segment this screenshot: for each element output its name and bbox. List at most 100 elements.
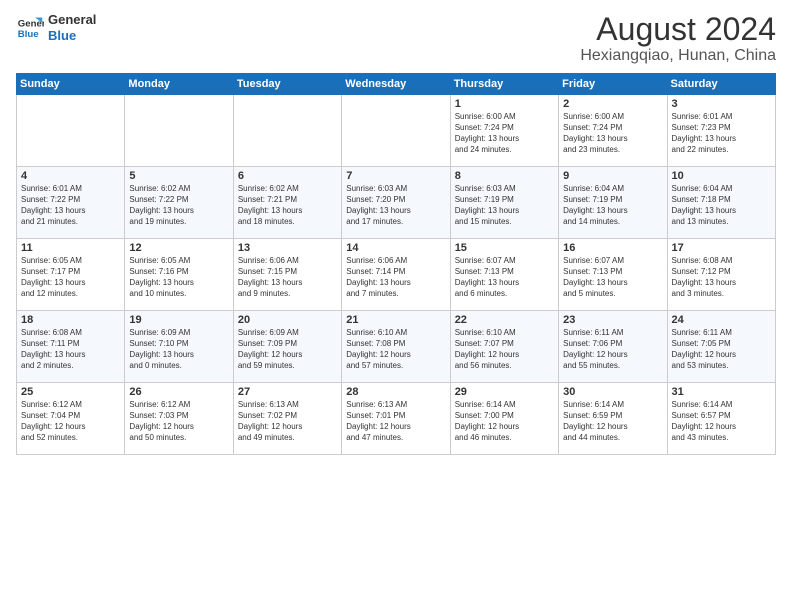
day-info: Sunrise: 6:01 AM Sunset: 7:22 PM Dayligh… (21, 184, 120, 227)
logo: General Blue General Blue (16, 12, 96, 43)
calendar-cell: 10 Sunrise: 6:04 AM Sunset: 7:18 PM Dayli… (667, 167, 775, 239)
weekday-tuesday: Tuesday (233, 74, 341, 95)
week-row-3: 11 Sunrise: 6:05 AM Sunset: 7:17 PM Dayli… (17, 239, 776, 311)
day-number: 5 (129, 170, 228, 182)
day-info: Sunrise: 6:06 AM Sunset: 7:14 PM Dayligh… (346, 256, 445, 299)
day-info: Sunrise: 6:07 AM Sunset: 7:13 PM Dayligh… (563, 256, 662, 299)
calendar-cell (233, 95, 341, 167)
day-number: 30 (563, 386, 662, 398)
day-info: Sunrise: 6:09 AM Sunset: 7:09 PM Dayligh… (238, 328, 337, 371)
calendar-cell: 27 Sunrise: 6:13 AM Sunset: 7:02 PM Dayli… (233, 383, 341, 455)
calendar-cell: 3 Sunrise: 6:01 AM Sunset: 7:23 PM Daylig… (667, 95, 775, 167)
calendar-cell: 15 Sunrise: 6:07 AM Sunset: 7:13 PM Dayli… (450, 239, 558, 311)
day-info: Sunrise: 6:05 AM Sunset: 7:17 PM Dayligh… (21, 256, 120, 299)
day-info: Sunrise: 6:02 AM Sunset: 7:21 PM Dayligh… (238, 184, 337, 227)
day-number: 1 (455, 98, 554, 110)
day-info: Sunrise: 6:02 AM Sunset: 7:22 PM Dayligh… (129, 184, 228, 227)
day-number: 28 (346, 386, 445, 398)
day-info: Sunrise: 6:00 AM Sunset: 7:24 PM Dayligh… (563, 112, 662, 155)
calendar-cell: 19Sunrise: 6:09 AM Sunset: 7:10 PM Dayli… (125, 311, 233, 383)
page: General Blue General Blue August 2024 He… (0, 0, 792, 612)
calendar-cell: 22 Sunrise: 6:10 AM Sunset: 7:07 PM Dayli… (450, 311, 558, 383)
weekday-header-row: SundayMondayTuesdayWednesdayThursdayFrid… (17, 74, 776, 95)
calendar-cell: 13 Sunrise: 6:06 AM Sunset: 7:15 PM Dayli… (233, 239, 341, 311)
day-number: 10 (672, 170, 771, 182)
day-info: Sunrise: 6:12 AM Sunset: 7:03 PM Dayligh… (129, 400, 228, 443)
calendar-cell: 18 Sunrise: 6:08 AM Sunset: 7:11 PM Dayli… (17, 311, 125, 383)
weekday-saturday: Saturday (667, 74, 775, 95)
weekday-friday: Friday (559, 74, 667, 95)
logo-text: General Blue (48, 12, 96, 43)
calendar-cell: 1 Sunrise: 6:00 AM Sunset: 7:24 PM Daylig… (450, 95, 558, 167)
calendar-cell: 28Sunrise: 6:13 AM Sunset: 7:01 PM Dayli… (342, 383, 450, 455)
day-number: 24 (672, 314, 771, 326)
day-number: 2 (563, 98, 662, 110)
day-info: Sunrise: 6:12 AM Sunset: 7:04 PM Dayligh… (21, 400, 120, 443)
calendar-cell: 6 Sunrise: 6:02 AM Sunset: 7:21 PM Daylig… (233, 167, 341, 239)
day-info: Sunrise: 6:04 AM Sunset: 7:18 PM Dayligh… (672, 184, 771, 227)
calendar-cell: 2 Sunrise: 6:00 AM Sunset: 7:24 PM Daylig… (559, 95, 667, 167)
calendar-cell: 24 Sunrise: 6:11 AM Sunset: 7:05 PM Dayli… (667, 311, 775, 383)
day-info: Sunrise: 6:14 AM Sunset: 6:59 PM Dayligh… (563, 400, 662, 443)
calendar-cell (342, 95, 450, 167)
calendar-cell: 21Sunrise: 6:10 AM Sunset: 7:08 PM Dayli… (342, 311, 450, 383)
day-number: 18 (21, 314, 120, 326)
day-info: Sunrise: 6:03 AM Sunset: 7:19 PM Dayligh… (455, 184, 554, 227)
day-info: Sunrise: 6:08 AM Sunset: 7:12 PM Dayligh… (672, 256, 771, 299)
subtitle: Hexiangqiao, Hunan, China (580, 47, 776, 65)
day-number: 3 (672, 98, 771, 110)
calendar-cell: 11 Sunrise: 6:05 AM Sunset: 7:17 PM Dayli… (17, 239, 125, 311)
day-info: Sunrise: 6:07 AM Sunset: 7:13 PM Dayligh… (455, 256, 554, 299)
week-row-1: 1 Sunrise: 6:00 AM Sunset: 7:24 PM Daylig… (17, 95, 776, 167)
day-info: Sunrise: 6:11 AM Sunset: 7:06 PM Dayligh… (563, 328, 662, 371)
day-info: Sunrise: 6:04 AM Sunset: 7:19 PM Dayligh… (563, 184, 662, 227)
day-number: 22 (455, 314, 554, 326)
calendar-cell (17, 95, 125, 167)
logo-line2: Blue (48, 28, 96, 44)
logo-icon: General Blue (16, 14, 44, 42)
calendar-cell: 29 Sunrise: 6:14 AM Sunset: 7:00 PM Dayli… (450, 383, 558, 455)
day-number: 27 (238, 386, 337, 398)
day-number: 25 (21, 386, 120, 398)
day-number: 7 (346, 170, 445, 182)
day-number: 11 (21, 242, 120, 254)
day-info: Sunrise: 6:11 AM Sunset: 7:05 PM Dayligh… (672, 328, 771, 371)
day-number: 9 (563, 170, 662, 182)
calendar-cell: 8Sunrise: 6:03 AM Sunset: 7:19 PM Daylig… (450, 167, 558, 239)
weekday-monday: Monday (125, 74, 233, 95)
weekday-wednesday: Wednesday (342, 74, 450, 95)
day-info: Sunrise: 6:10 AM Sunset: 7:07 PM Dayligh… (455, 328, 554, 371)
day-info: Sunrise: 6:05 AM Sunset: 7:16 PM Dayligh… (129, 256, 228, 299)
header: General Blue General Blue August 2024 He… (16, 12, 776, 65)
day-number: 12 (129, 242, 228, 254)
calendar-cell (125, 95, 233, 167)
calendar-cell: 16 Sunrise: 6:07 AM Sunset: 7:13 PM Dayli… (559, 239, 667, 311)
day-number: 21 (346, 314, 445, 326)
weekday-sunday: Sunday (17, 74, 125, 95)
day-number: 15 (455, 242, 554, 254)
day-number: 6 (238, 170, 337, 182)
day-number: 13 (238, 242, 337, 254)
calendar-table: SundayMondayTuesdayWednesdayThursdayFrid… (16, 73, 776, 455)
day-info: Sunrise: 6:13 AM Sunset: 7:02 PM Dayligh… (238, 400, 337, 443)
calendar-cell: 9 Sunrise: 6:04 AM Sunset: 7:19 PM Daylig… (559, 167, 667, 239)
calendar-cell: 30 Sunrise: 6:14 AM Sunset: 6:59 PM Dayli… (559, 383, 667, 455)
day-number: 26 (129, 386, 228, 398)
calendar-cell: 5 Sunrise: 6:02 AM Sunset: 7:22 PM Daylig… (125, 167, 233, 239)
day-info: Sunrise: 6:00 AM Sunset: 7:24 PM Dayligh… (455, 112, 554, 155)
day-number: 29 (455, 386, 554, 398)
day-info: Sunrise: 6:14 AM Sunset: 7:00 PM Dayligh… (455, 400, 554, 443)
day-info: Sunrise: 6:01 AM Sunset: 7:23 PM Dayligh… (672, 112, 771, 155)
day-info: Sunrise: 6:08 AM Sunset: 7:11 PM Dayligh… (21, 328, 120, 371)
day-info: Sunrise: 6:06 AM Sunset: 7:15 PM Dayligh… (238, 256, 337, 299)
calendar-cell: 26 Sunrise: 6:12 AM Sunset: 7:03 PM Dayli… (125, 383, 233, 455)
day-number: 16 (563, 242, 662, 254)
calendar-cell: 17Sunrise: 6:08 AM Sunset: 7:12 PM Dayli… (667, 239, 775, 311)
day-info: Sunrise: 6:03 AM Sunset: 7:20 PM Dayligh… (346, 184, 445, 227)
day-number: 4 (21, 170, 120, 182)
day-info: Sunrise: 6:14 AM Sunset: 6:57 PM Dayligh… (672, 400, 771, 443)
day-number: 14 (346, 242, 445, 254)
title-block: August 2024 Hexiangqiao, Hunan, China (580, 12, 776, 65)
day-number: 20 (238, 314, 337, 326)
week-row-2: 4 Sunrise: 6:01 AM Sunset: 7:22 PM Daylig… (17, 167, 776, 239)
